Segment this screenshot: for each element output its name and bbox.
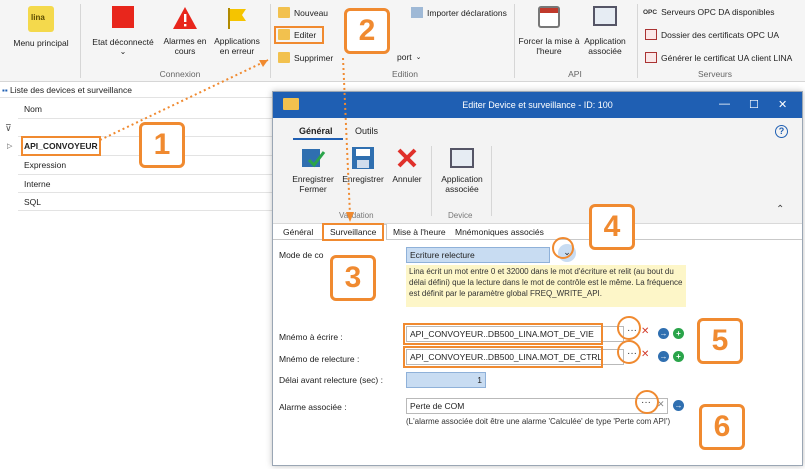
highlight-box: [403, 346, 603, 368]
annotation-arrows: [99, 57, 354, 222]
callout-2: 2: [344, 8, 390, 54]
highlight-circle: [552, 237, 574, 259]
callout-4: 4: [589, 204, 635, 250]
highlight-box: [21, 136, 101, 156]
callout-3: 3: [330, 255, 376, 301]
highlight-circle: [617, 340, 641, 364]
callout-5: 5: [697, 318, 743, 364]
highlight-circle: [617, 316, 641, 340]
callout-6: 6: [699, 404, 745, 450]
highlight-box: [274, 26, 324, 44]
callout-1: 1: [139, 122, 185, 168]
highlight-box: [403, 323, 603, 345]
highlight-circle: [635, 390, 659, 414]
highlight-box: [322, 223, 384, 241]
